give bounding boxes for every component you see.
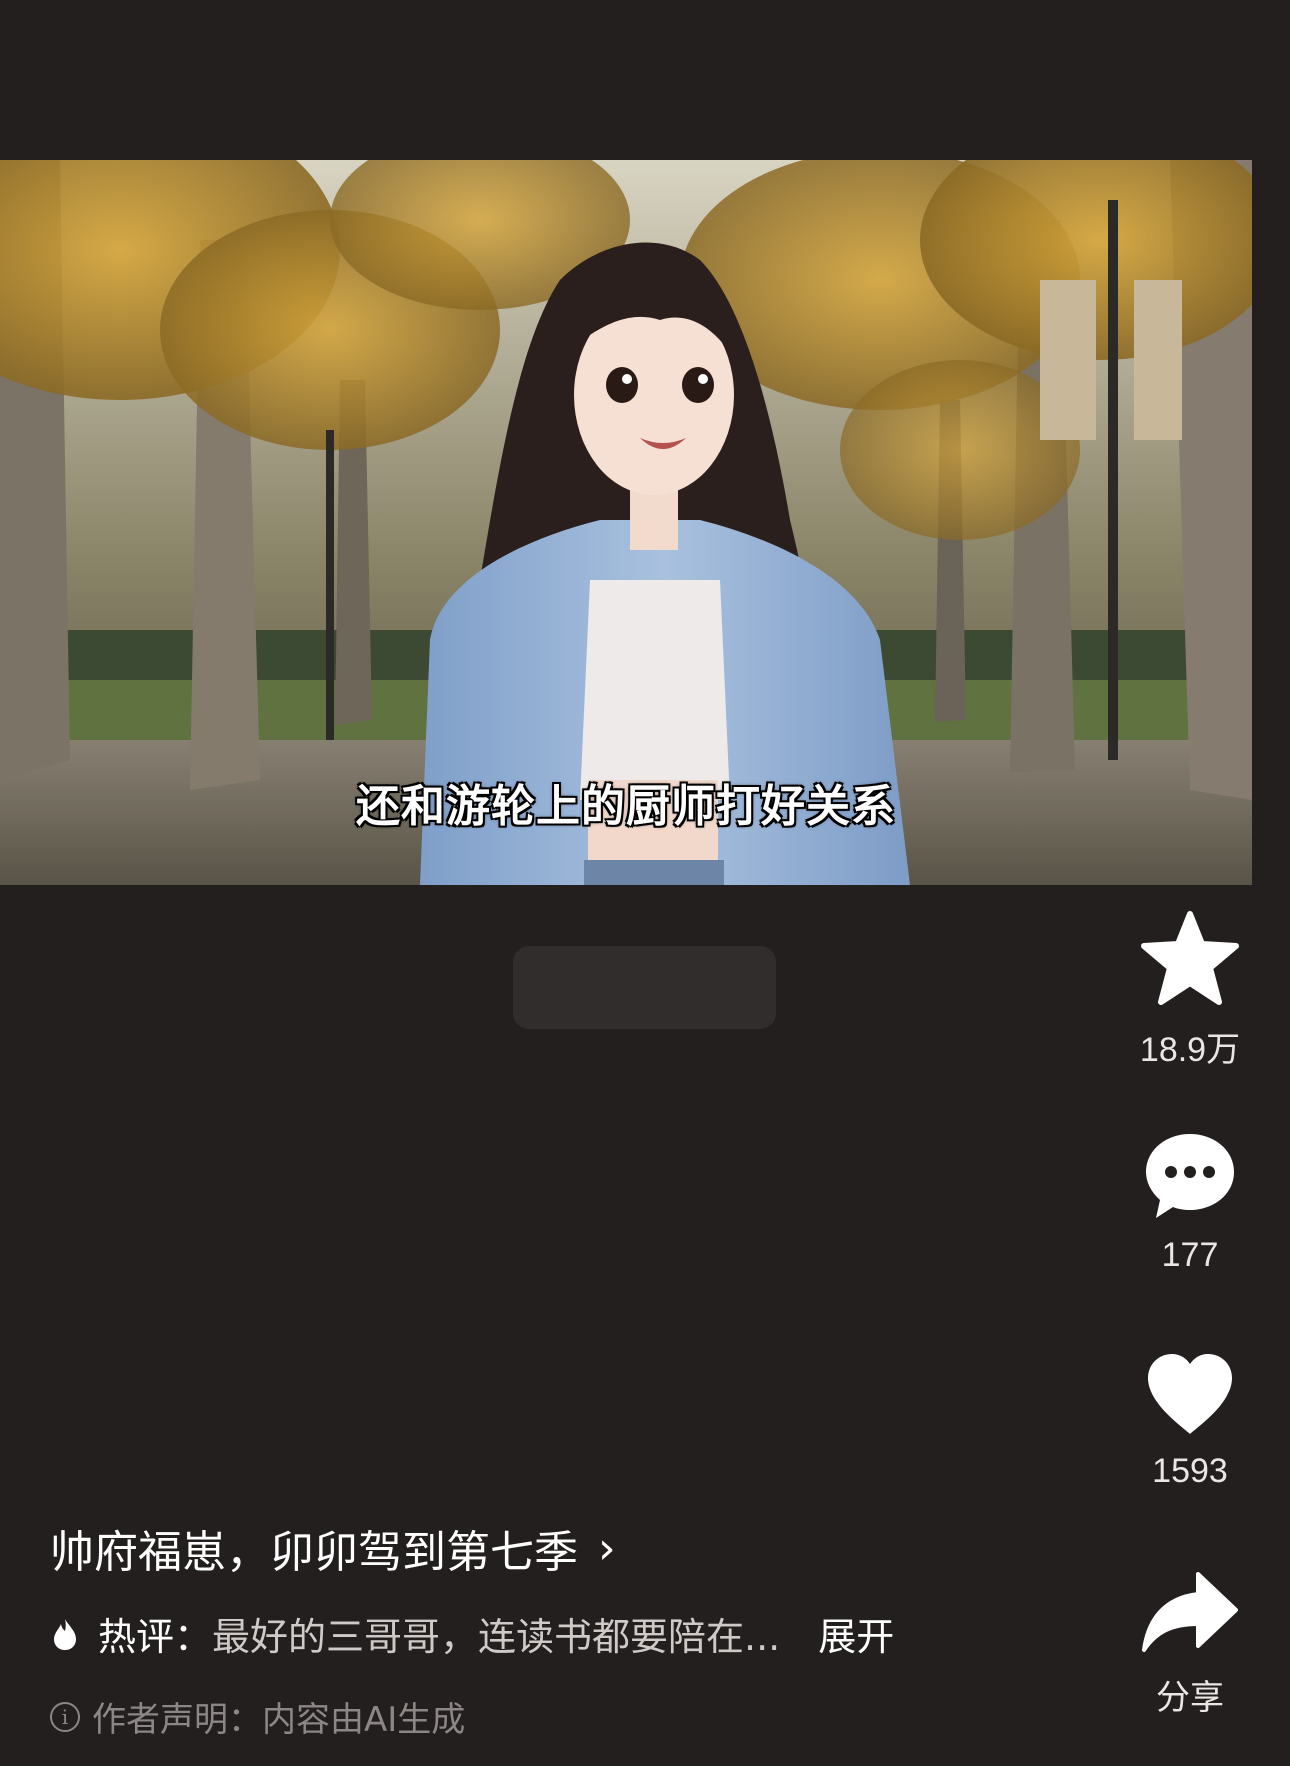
series-title-link[interactable]: 帅府福崽，卯卯驾到第七季 › [50,1516,616,1580]
loading-pill [513,946,776,1029]
chevron-right-icon: › [598,1522,616,1574]
comment-count: 177 [1161,1236,1219,1274]
video-feed-screen: 还和游轮上的厨师打好关系 18.9万 177 1593 分享 帅府福崽，卯卯驾到… [0,0,1290,1766]
heart-icon [1148,1354,1232,1434]
info-icon: i [50,1701,80,1732]
video-subtitle: 还和游轮上的厨师打好关系 [355,780,896,833]
hot-comment-text: 最好的三哥哥，连读书都要陪在... [212,1615,781,1659]
comment-bubble-icon [1146,1134,1234,1218]
series-title: 帅府福崽，卯卯驾到第七季 [50,1527,578,1578]
video-player[interactable]: 还和游轮上的厨师打好关系 [0,160,1252,885]
author-notice: i 作者声明：内容由AI生成 [50,1692,465,1741]
share-label: 分享 [1156,1679,1224,1717]
comment-button[interactable]: 177 [1120,1130,1260,1275]
author-notice-text: 作者声明：内容由AI生成 [92,1700,466,1740]
share-arrow-icon [1142,1572,1238,1652]
expand-button[interactable]: 展开 [818,1606,894,1661]
hot-comment[interactable]: 热评： 最好的三哥哥，连读书都要陪在... 展开 [52,1606,894,1661]
share-button[interactable]: 分享 [1120,1570,1260,1719]
star-icon [1141,911,1239,1005]
favorite-button[interactable]: 18.9万 [1120,910,1260,1071]
like-button[interactable]: 1593 [1120,1352,1260,1491]
hot-comment-label: 热评： [98,1615,213,1659]
flame-icon [54,1618,76,1650]
like-count: 1593 [1152,1452,1228,1490]
favorite-count: 18.9万 [1139,1031,1241,1069]
